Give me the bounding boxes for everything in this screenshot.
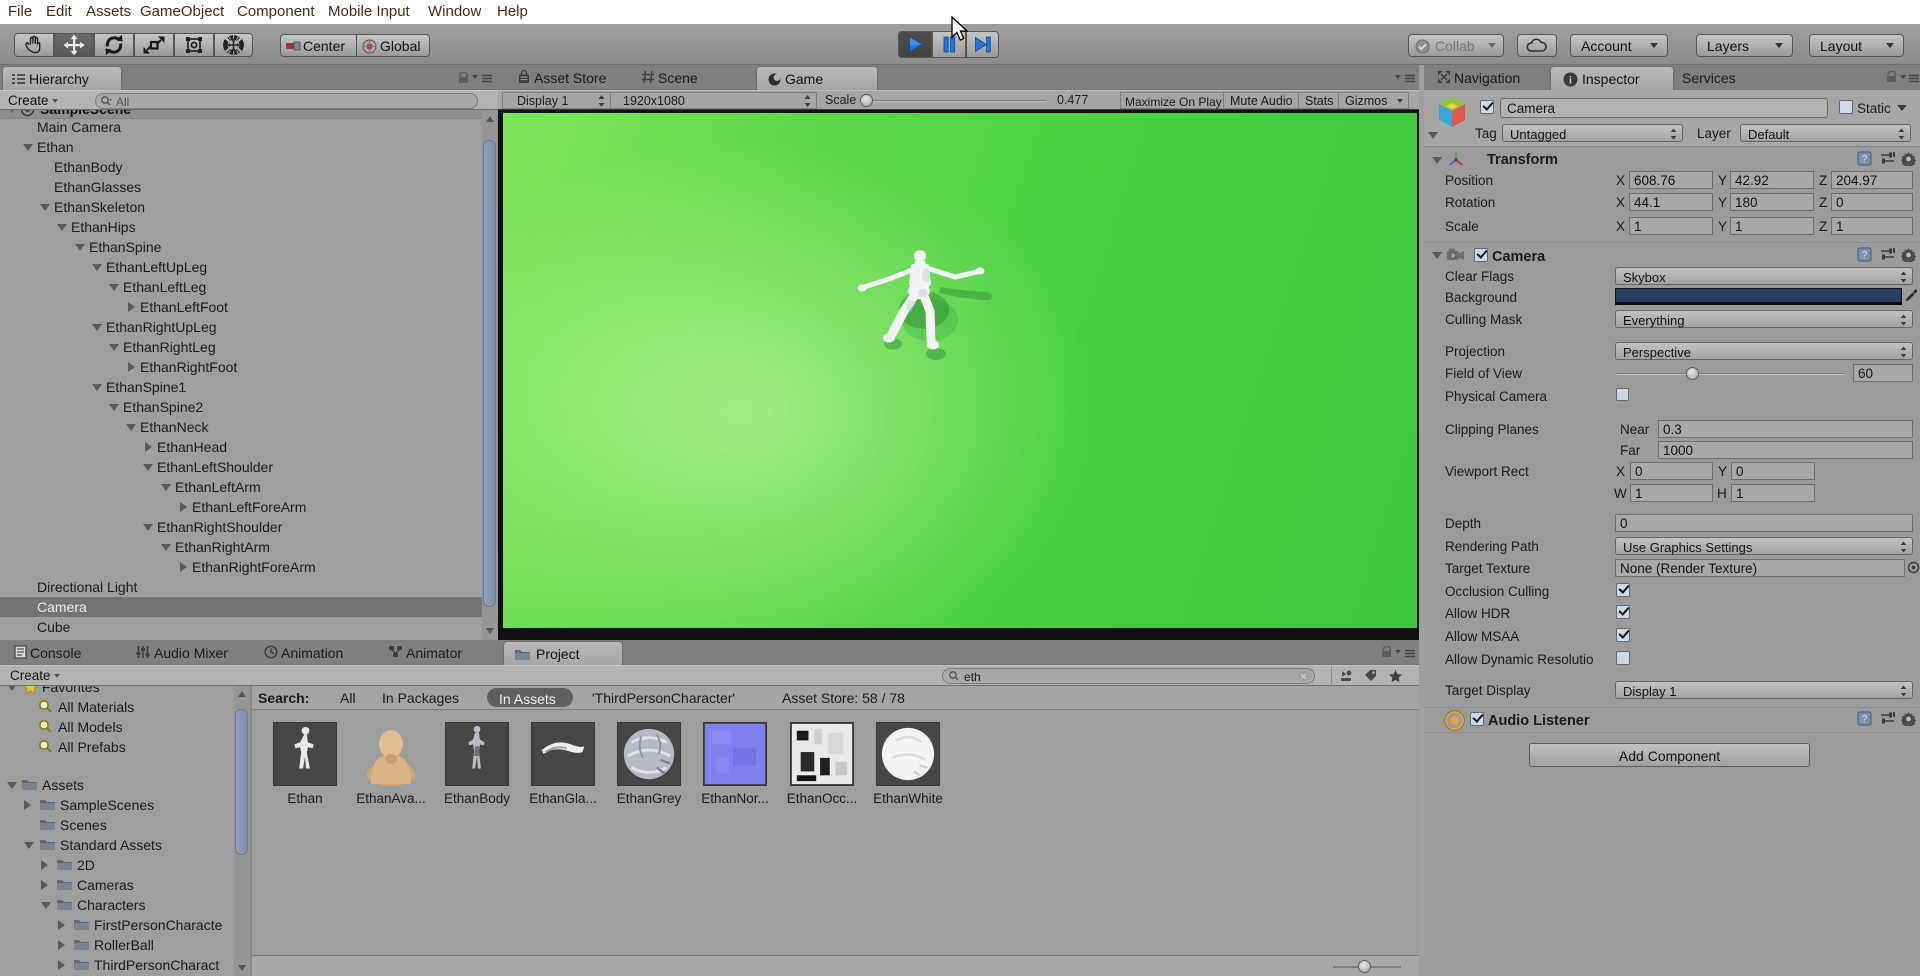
svg-text:?: ? bbox=[1862, 154, 1868, 165]
svg-text:i: i bbox=[1569, 76, 1572, 87]
svg-text:?: ? bbox=[1862, 250, 1868, 261]
svg-text:?: ? bbox=[1862, 714, 1868, 725]
